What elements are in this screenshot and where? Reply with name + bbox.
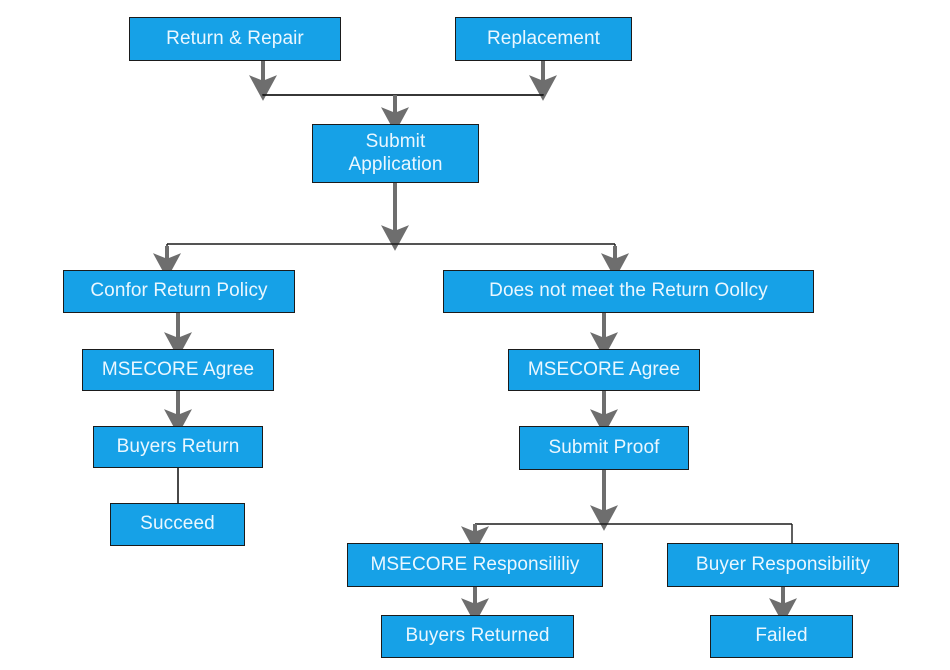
node-buyer-responsibility[interactable]: Buyer Responsibility [667, 543, 899, 587]
node-submit-proof[interactable]: Submit Proof [519, 426, 689, 470]
connector-split-bar-bottom [475, 523, 793, 543]
node-msecore-agree-right[interactable]: MSECORE Agree [508, 349, 700, 391]
node-msecore-agree-left[interactable]: MSECORE Agree [82, 349, 274, 391]
connector-merge-bar-top [262, 94, 544, 96]
connector-split-bar-mid [166, 243, 616, 248]
node-does-not-meet-policy[interactable]: Does not meet the Return Oollcy [443, 270, 814, 313]
node-buyers-return[interactable]: Buyers Return [93, 426, 263, 468]
node-msecore-responsibility[interactable]: MSECORE Responsililiy [347, 543, 603, 587]
node-succeed[interactable]: Succeed [110, 503, 245, 546]
node-buyers-returned[interactable]: Buyers Returned [381, 615, 574, 658]
node-confor-return-policy[interactable]: Confor Return Policy [63, 270, 295, 313]
flowchart-canvas: Return & Repair Replacement Submit Appli… [0, 0, 950, 670]
node-submit-application[interactable]: Submit Application [312, 124, 479, 183]
node-replacement[interactable]: Replacement [455, 17, 632, 61]
node-return-repair[interactable]: Return & Repair [129, 17, 341, 61]
node-failed[interactable]: Failed [710, 615, 853, 658]
